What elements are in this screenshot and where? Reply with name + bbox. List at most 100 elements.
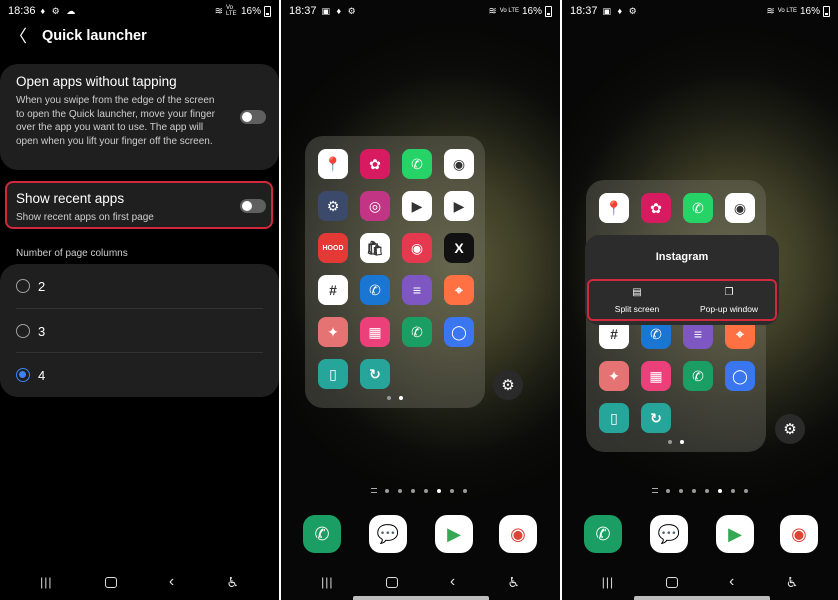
gear-icon[interactable]: ⚙ (493, 370, 523, 400)
play-store-icon[interactable]: ▶ (402, 191, 432, 221)
dock-phone-icon[interactable]: ✆ (584, 515, 622, 553)
phone-icon[interactable]: ✆ (360, 275, 390, 305)
split-screen-label: Split screen (614, 304, 660, 314)
chrome-icon[interactable]: ◉ (725, 193, 755, 223)
equalizer-icon[interactable]: ≡ (402, 275, 432, 305)
signal-icon[interactable]: ◯ (444, 317, 474, 347)
launcher-page-dot-active[interactable] (680, 440, 684, 444)
whatsapp-icon[interactable]: ✆ (683, 193, 713, 223)
page-dot[interactable] (437, 489, 441, 493)
store-icon[interactable]: 🛍 (360, 233, 390, 263)
home-button[interactable] (385, 576, 398, 588)
back-button[interactable]: ‹ (169, 573, 174, 591)
page-dot[interactable] (450, 489, 454, 493)
show-recent-apps-card[interactable]: Show recent apps Show recent apps on fir… (5, 181, 273, 229)
radio-button-selected[interactable] (16, 368, 30, 382)
camera-icon[interactable]: ◉ (402, 233, 432, 263)
accessibility-icon[interactable]: ♿ (507, 574, 520, 591)
show-recent-apps-toggle[interactable] (240, 199, 266, 213)
page-title: Quick launcher (42, 28, 147, 44)
maps-icon[interactable]: 📍 (599, 193, 629, 223)
settings-icon[interactable]: ⚙ (318, 191, 348, 221)
reader-icon[interactable]: ▯ (599, 403, 629, 433)
columns-option-2[interactable]: 2 (0, 264, 279, 308)
signal-icon[interactable]: ◯ (725, 361, 755, 391)
whatsapp-icon[interactable]: ✆ (402, 149, 432, 179)
refresh-icon[interactable]: ↻ (641, 403, 671, 433)
page-dot[interactable] (424, 489, 428, 493)
signal-icon: Vo LTE (499, 8, 519, 14)
popup-window-icon: ❐ (724, 287, 734, 298)
page-menu-icon[interactable] (652, 488, 658, 493)
flower-icon[interactable]: ✿ (641, 193, 671, 223)
radio-button[interactable] (16, 279, 30, 293)
columns-option-3[interactable]: 3 (0, 309, 279, 353)
gallery-icon[interactable]: ✦ (318, 317, 348, 347)
page-dot[interactable] (744, 489, 748, 493)
radio-button[interactable] (16, 324, 30, 338)
hood-icon[interactable]: HOOD (318, 233, 348, 263)
page-dot[interactable] (718, 489, 722, 493)
gear-icon[interactable]: ⚙ (775, 414, 805, 444)
page-dot[interactable] (692, 489, 696, 493)
app-options-popup: Instagram ▤ Split screen ❐ Pop-up window (585, 235, 779, 325)
gallery-icon[interactable]: ✦ (599, 361, 629, 391)
dock-messages-icon[interactable]: 💬 (369, 515, 407, 553)
back-arrow-icon[interactable]: 〈 (10, 28, 28, 45)
launcher-page-dot-active[interactable] (399, 396, 403, 400)
grid-icon[interactable]: ▦ (641, 361, 671, 391)
dock-chrome-icon[interactable]: ◉ (499, 515, 537, 553)
instagram-icon[interactable]: ◎ (360, 191, 390, 221)
battery-icon (264, 5, 271, 17)
open-apps-toggle[interactable] (240, 110, 266, 124)
accessibility-icon[interactable]: ♿ (226, 574, 239, 591)
dock-chrome-icon[interactable]: ◉ (780, 515, 818, 553)
maps-icon[interactable]: 📍 (318, 149, 348, 179)
back-button[interactable]: ‹ (450, 573, 455, 591)
popup-window-label: Pop-up window (699, 304, 759, 314)
recents-button[interactable]: ||| (40, 575, 52, 589)
launcher-page-dot[interactable] (387, 396, 391, 400)
flower-icon[interactable]: ✿ (360, 149, 390, 179)
page-dot[interactable] (398, 489, 402, 493)
page-dot[interactable] (705, 489, 709, 493)
reader-icon[interactable]: ▯ (318, 359, 348, 389)
status-notification-icons: ▣ ♦ ⚙ (602, 5, 639, 16)
home-button[interactable] (665, 576, 678, 588)
dock-play-store-icon[interactable]: ▶ (716, 515, 754, 553)
grid-icon[interactable]: ▦ (360, 317, 390, 347)
x-icon[interactable]: X (444, 233, 474, 263)
recents-button[interactable]: ||| (321, 575, 333, 589)
recents-button[interactable]: ||| (602, 575, 614, 589)
page-menu-icon[interactable] (371, 488, 377, 493)
youtube-icon[interactable]: ▶ (444, 191, 474, 221)
chrome-icon[interactable]: ◉ (444, 149, 474, 179)
call-icon[interactable]: ✆ (683, 361, 713, 391)
home-button[interactable] (104, 576, 117, 588)
split-screen-icon: ▤ (632, 287, 642, 298)
columns-option-4[interactable]: 4 (0, 353, 279, 397)
page-dot[interactable] (666, 489, 670, 493)
page-dot[interactable] (463, 489, 467, 493)
call-icon[interactable]: ✆ (402, 317, 432, 347)
dock-phone-icon[interactable]: ✆ (303, 515, 341, 553)
refresh-icon[interactable]: ↻ (360, 359, 390, 389)
page-dot[interactable] (411, 489, 415, 493)
back-button[interactable]: ‹ (729, 573, 734, 591)
swiggy-icon[interactable]: ⌖ (444, 275, 474, 305)
split-screen-option[interactable]: ▤ Split screen (597, 287, 677, 314)
popup-window-option[interactable]: ❐ Pop-up window (689, 287, 769, 314)
popup-options-box: ▤ Split screen ❐ Pop-up window (587, 279, 777, 321)
status-bar: 18:37 ▣ ♦ ⚙ ≋ Vo LTE 16% (281, 0, 560, 22)
page-dot[interactable] (385, 489, 389, 493)
dock-play-store-icon[interactable]: ▶ (435, 515, 473, 553)
page-dot[interactable] (731, 489, 735, 493)
status-time: 18:37 (570, 5, 598, 17)
accessibility-icon[interactable]: ♿ (786, 574, 799, 591)
launcher-page-dot[interactable] (668, 440, 672, 444)
open-apps-card[interactable]: Open apps without tapping When you swipe… (0, 64, 279, 170)
battery-icon (823, 5, 830, 17)
page-dot[interactable] (679, 489, 683, 493)
slack-icon[interactable]: # (318, 275, 348, 305)
dock-messages-icon[interactable]: 💬 (650, 515, 688, 553)
